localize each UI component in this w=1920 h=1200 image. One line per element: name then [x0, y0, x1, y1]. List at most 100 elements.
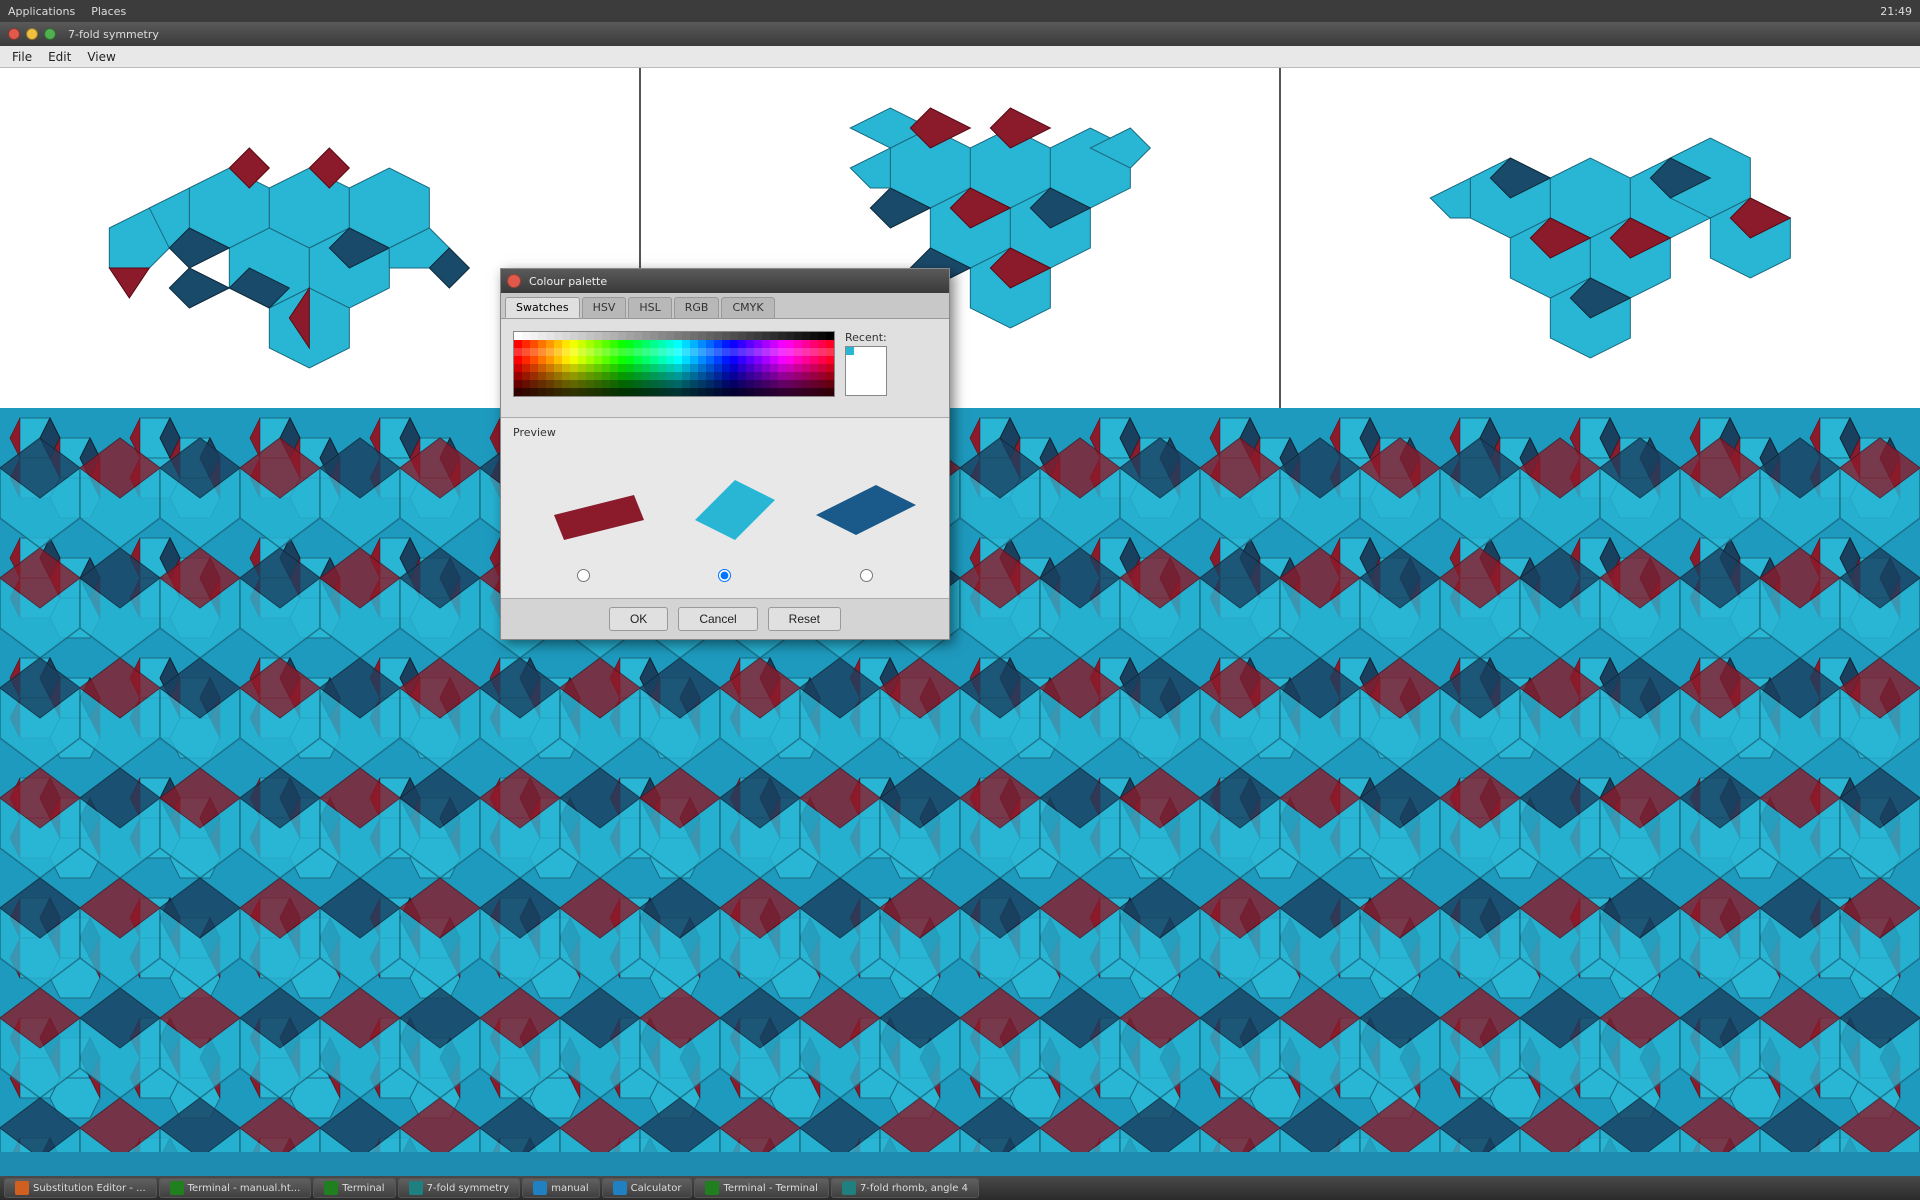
colour-cell[interactable]	[514, 356, 522, 364]
colour-cell[interactable]	[802, 348, 810, 356]
colour-cell[interactable]	[754, 380, 762, 388]
colour-cell[interactable]	[658, 356, 666, 364]
colour-cell[interactable]	[530, 340, 538, 348]
colour-cell[interactable]	[730, 388, 738, 396]
recent-color-1[interactable]	[846, 347, 854, 355]
colour-cell[interactable]	[802, 380, 810, 388]
colour-cell[interactable]	[818, 356, 826, 364]
colour-cell[interactable]	[682, 372, 690, 380]
tab-rgb[interactable]: RGB	[674, 297, 720, 318]
colour-cell[interactable]	[538, 380, 546, 388]
colour-cell[interactable]	[666, 388, 674, 396]
colour-cell[interactable]	[554, 332, 562, 340]
colour-cell[interactable]	[618, 356, 626, 364]
colour-cell[interactable]	[602, 364, 610, 372]
colour-cell[interactable]	[762, 340, 770, 348]
colour-cell[interactable]	[722, 388, 730, 396]
colour-cell[interactable]	[554, 364, 562, 372]
colour-cell[interactable]	[642, 332, 650, 340]
colour-cell[interactable]	[538, 388, 546, 396]
view-menu[interactable]: View	[79, 48, 123, 66]
colour-cell[interactable]	[770, 372, 778, 380]
colour-cell[interactable]	[698, 372, 706, 380]
colour-cell[interactable]	[650, 348, 658, 356]
colour-cell[interactable]	[674, 332, 682, 340]
colour-cell[interactable]	[786, 388, 794, 396]
colour-cell[interactable]	[594, 364, 602, 372]
ok-button[interactable]: OK	[609, 607, 668, 631]
minimize-button[interactable]	[26, 28, 38, 40]
colour-cell[interactable]	[818, 380, 826, 388]
colour-cell[interactable]	[706, 364, 714, 372]
colour-cell[interactable]	[698, 348, 706, 356]
colour-cell[interactable]	[546, 348, 554, 356]
colour-cell[interactable]	[634, 388, 642, 396]
colour-cell[interactable]	[802, 388, 810, 396]
colour-cell[interactable]	[762, 388, 770, 396]
colour-cell[interactable]	[610, 340, 618, 348]
colour-cell[interactable]	[698, 332, 706, 340]
colour-cell[interactable]	[618, 332, 626, 340]
colour-cell[interactable]	[722, 356, 730, 364]
colour-cell[interactable]	[698, 340, 706, 348]
colour-cell[interactable]	[674, 364, 682, 372]
colour-cell[interactable]	[610, 332, 618, 340]
colour-cell[interactable]	[826, 340, 834, 348]
cancel-button[interactable]: Cancel	[678, 607, 757, 631]
colour-cell[interactable]	[618, 340, 626, 348]
colour-cell[interactable]	[818, 388, 826, 396]
colour-cell[interactable]	[594, 380, 602, 388]
colour-cell[interactable]	[762, 380, 770, 388]
colour-cell[interactable]	[522, 332, 530, 340]
colour-cell[interactable]	[658, 364, 666, 372]
colour-cell[interactable]	[594, 332, 602, 340]
colour-cell[interactable]	[570, 356, 578, 364]
colour-cell[interactable]	[658, 372, 666, 380]
colour-cell[interactable]	[810, 388, 818, 396]
taskbar-item-6[interactable]: Terminal - Terminal	[694, 1178, 829, 1198]
colour-cell[interactable]	[730, 356, 738, 364]
colour-cell[interactable]	[618, 372, 626, 380]
colour-cell[interactable]	[746, 372, 754, 380]
colour-cell[interactable]	[754, 356, 762, 364]
colour-cell[interactable]	[714, 364, 722, 372]
colour-cell[interactable]	[554, 388, 562, 396]
colour-cell[interactable]	[674, 388, 682, 396]
taskbar-item-2[interactable]: Terminal	[313, 1178, 395, 1198]
colour-cell[interactable]	[826, 356, 834, 364]
colour-cell[interactable]	[514, 348, 522, 356]
colour-cell[interactable]	[650, 332, 658, 340]
applications-menu[interactable]: Applications	[8, 5, 75, 18]
colour-cell[interactable]	[642, 380, 650, 388]
colour-cell[interactable]	[698, 380, 706, 388]
colour-cell[interactable]	[586, 364, 594, 372]
taskbar-item-1[interactable]: Terminal - manual.ht...	[159, 1178, 312, 1198]
colour-cell[interactable]	[554, 372, 562, 380]
colour-cell[interactable]	[674, 380, 682, 388]
colour-cell[interactable]	[706, 332, 714, 340]
colour-cell[interactable]	[802, 356, 810, 364]
colour-cell[interactable]	[794, 356, 802, 364]
colour-cell[interactable]	[650, 380, 658, 388]
colour-cell[interactable]	[658, 388, 666, 396]
maximize-button[interactable]	[44, 28, 56, 40]
colour-cell[interactable]	[674, 372, 682, 380]
colour-cell[interactable]	[738, 388, 746, 396]
colour-cell[interactable]	[778, 340, 786, 348]
colour-cell[interactable]	[690, 356, 698, 364]
colour-cell[interactable]	[578, 364, 586, 372]
colour-cell[interactable]	[650, 356, 658, 364]
colour-cell[interactable]	[586, 340, 594, 348]
colour-cell[interactable]	[570, 388, 578, 396]
colour-cell[interactable]	[578, 332, 586, 340]
colour-cell[interactable]	[570, 332, 578, 340]
colour-cell[interactable]	[698, 364, 706, 372]
tab-cmyk[interactable]: CMYK	[721, 297, 774, 318]
colour-cell[interactable]	[626, 364, 634, 372]
colour-cell[interactable]	[634, 372, 642, 380]
colour-cell[interactable]	[530, 332, 538, 340]
colour-cell[interactable]	[610, 388, 618, 396]
colour-cell[interactable]	[730, 332, 738, 340]
colour-cell[interactable]	[770, 340, 778, 348]
colour-cell[interactable]	[786, 364, 794, 372]
